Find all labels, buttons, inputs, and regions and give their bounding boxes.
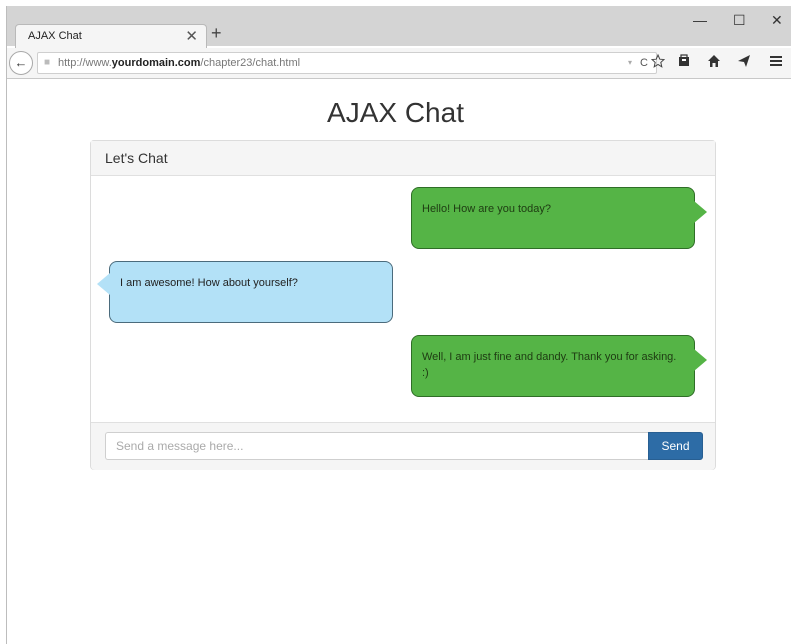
message-text: I am awesome! How about yourself?: [120, 277, 298, 289]
message-input[interactable]: [105, 432, 648, 460]
url-text: http://www.yourdomain.com/chapter23/chat…: [58, 57, 301, 69]
panel-footer: Send: [91, 422, 715, 470]
tab-close-icon[interactable]: ✕: [185, 27, 198, 45]
panel-heading-text: Let's Chat: [105, 150, 168, 166]
chat-panel: Let's Chat Hello! How are you today? I a…: [90, 140, 716, 470]
message-text: Well, I am just fine and dandy. Thank yo…: [422, 351, 677, 379]
bubble-arrow: [694, 349, 707, 371]
new-tab-icon[interactable]: +: [211, 23, 222, 44]
send-button[interactable]: Send: [648, 432, 703, 460]
tab-ajax-chat[interactable]: AJAX Chat ✕: [15, 24, 207, 49]
send-icon[interactable]: [737, 54, 751, 71]
address-bar[interactable]: ■ http://www.yourdomain.com/chapter23/ch…: [37, 52, 657, 74]
title-bar: AJAX Chat ✕ + — ☐ ✕: [7, 6, 791, 49]
library-icon[interactable]: [677, 54, 691, 71]
message-received: I am awesome! How about yourself?: [97, 261, 393, 323]
hamburger-icon[interactable]: [769, 54, 783, 71]
message-text: Hello! How are you today?: [422, 203, 552, 215]
navigation-bar: ← ■ http://www.yourdomain.com/chapter23/…: [7, 48, 791, 79]
reload-icon[interactable]: C: [640, 53, 648, 73]
maximize-icon[interactable]: ☐: [733, 12, 746, 29]
bubble-arrow: [694, 201, 707, 223]
page-info-icon[interactable]: ■: [44, 53, 50, 73]
back-icon[interactable]: ←: [9, 51, 33, 75]
page-title: AJAX Chat: [327, 97, 464, 128]
url-dropdown-icon[interactable]: ▾: [628, 53, 632, 73]
bubble-arrow: [97, 273, 110, 295]
message-sent: Well, I am just fine and dandy. Thank yo…: [411, 335, 707, 397]
panel-heading: Let's Chat: [91, 141, 715, 176]
home-icon[interactable]: [707, 54, 721, 71]
message-sent: Hello! How are you today?: [411, 187, 707, 249]
minimize-icon[interactable]: —: [693, 12, 707, 28]
tab-title: AJAX Chat: [28, 30, 82, 42]
window-close-icon[interactable]: ✕: [771, 12, 783, 29]
star-icon[interactable]: [650, 53, 666, 71]
